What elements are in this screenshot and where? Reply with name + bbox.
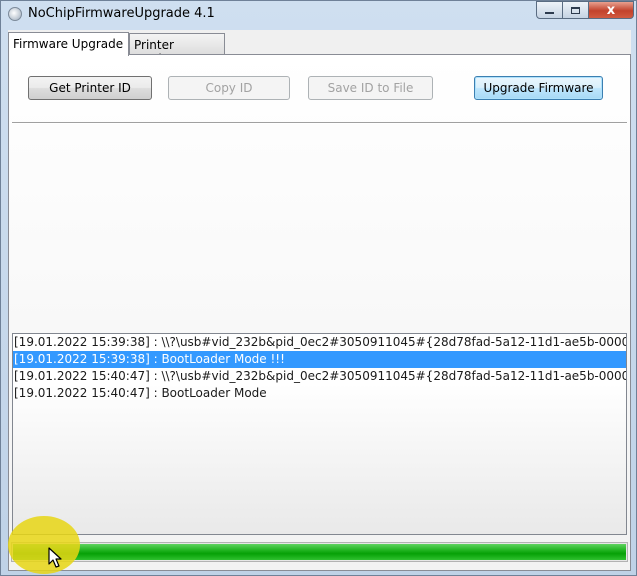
close-button[interactable]: x xyxy=(589,1,634,19)
minimize-icon xyxy=(545,12,554,14)
cursor-highlight xyxy=(8,516,80,574)
log-line[interactable]: [19.01.2022 15:40:47] : \\?\usb#vid_232b… xyxy=(13,368,626,385)
minimize-button[interactable] xyxy=(536,1,563,19)
maximize-button[interactable] xyxy=(563,1,589,19)
separator xyxy=(12,122,627,124)
title-bar[interactable]: NoChipFirmwareUpgrade 4.1 x xyxy=(1,1,636,27)
progress-bar xyxy=(11,542,628,562)
tab-firmware-upgrade[interactable]: Firmware Upgrade xyxy=(8,32,129,56)
window-title: NoChipFirmwareUpgrade 4.1 xyxy=(28,6,215,21)
log-line[interactable]: [19.01.2022 15:40:47] : BootLoader Mode xyxy=(13,385,626,402)
caption-buttons: x xyxy=(536,1,634,20)
mouse-pointer-icon xyxy=(48,547,62,568)
get-printer-id-button[interactable]: Get Printer ID xyxy=(28,76,152,100)
save-id-to-file-button[interactable]: Save ID to File xyxy=(308,76,433,100)
upgrade-firmware-button[interactable]: Upgrade Firmware xyxy=(474,76,603,100)
log-line[interactable]: [19.01.2022 15:39:38] : \\?\usb#vid_232b… xyxy=(13,334,626,351)
progress-fill xyxy=(13,544,626,560)
tab-printer-settings[interactable]: Printer Settings xyxy=(129,33,225,66)
copy-id-button[interactable]: Copy ID xyxy=(168,76,290,100)
app-window: NoChipFirmwareUpgrade 4.1 x Firmware Upg… xyxy=(0,0,637,576)
log-line-selected[interactable]: [19.01.2022 15:39:38] : BootLoader Mode … xyxy=(13,351,626,368)
app-icon[interactable] xyxy=(8,7,22,21)
client-area: Firmware Upgrade Printer Settings Get Pr… xyxy=(8,30,631,571)
firmware-upgrade-panel: Get Printer ID Copy ID Save ID to File U… xyxy=(8,54,631,571)
maximize-icon xyxy=(571,6,580,14)
close-icon: x xyxy=(606,2,616,18)
log-listbox[interactable]: [19.01.2022 15:39:38] : \\?\usb#vid_232b… xyxy=(12,333,627,535)
